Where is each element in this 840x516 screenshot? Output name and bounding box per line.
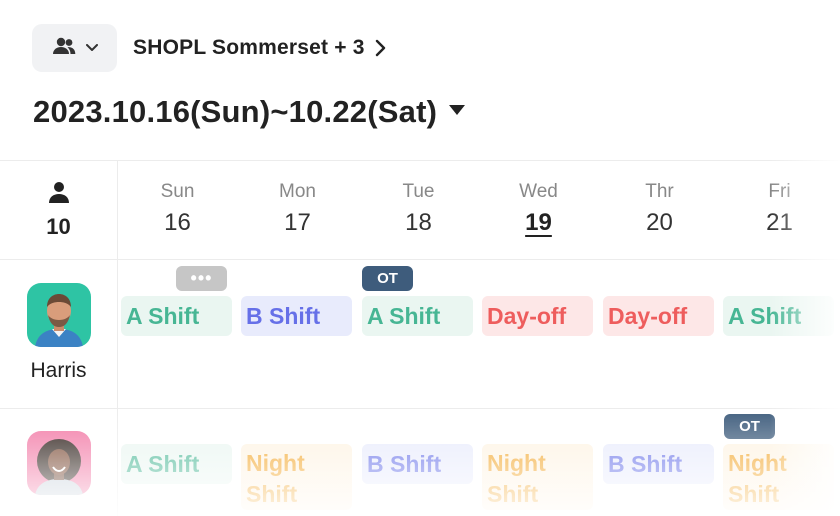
shift-block[interactable]: B Shift (603, 444, 714, 484)
day-header[interactable]: Mon 17 (237, 161, 358, 259)
more-options-badge[interactable]: ••• (176, 266, 227, 291)
day-name: Sun (160, 181, 195, 202)
people-icon (52, 36, 76, 61)
day-header[interactable]: Tue 18 (358, 161, 479, 259)
shift-block[interactable]: Day-off (482, 296, 593, 336)
employee-count: 10 (46, 213, 71, 239)
group-selector-button[interactable] (32, 24, 117, 72)
shift-block[interactable]: Night Shift (723, 444, 834, 510)
day-date: 21 (766, 209, 793, 236)
ot-badge: OT (362, 266, 413, 291)
date-range-text: 2023.10.16(Sun)~10.22(Sat) (33, 94, 438, 129)
avatar (26, 431, 91, 495)
day-date: 20 (646, 209, 673, 236)
shift-block[interactable]: A Shift (121, 296, 232, 336)
calendar-header: 10 Sun 16 Mon 17 Tue 18 Wed 19 Thr 20 Fr… (0, 161, 840, 259)
employee-cell[interactable]: Harris (0, 283, 117, 383)
divider (0, 259, 840, 260)
day-name: Thr (645, 181, 674, 202)
employee-name: Harris (30, 359, 87, 382)
shift-block[interactable]: Day-off (603, 296, 714, 336)
shift-block[interactable]: Night Shift (241, 444, 352, 510)
day-header[interactable]: Fri 21 (719, 161, 840, 259)
top-bar: SHOPL Sommerset + 3 (32, 24, 387, 72)
day-header[interactable]: Sun 16 (117, 161, 238, 259)
day-name: Mon (279, 181, 316, 202)
shift-block[interactable]: A Shift (362, 296, 473, 336)
day-name: Tue (402, 181, 435, 202)
avatar (26, 283, 91, 347)
day-date: 18 (405, 209, 432, 236)
employee-count-cell: 10 (0, 161, 118, 259)
shift-block[interactable]: B Shift (241, 296, 352, 336)
store-name[interactable]: SHOPL Sommerset + 3 (133, 36, 365, 60)
shift-block[interactable]: Night Shift (482, 444, 593, 510)
day-date: 16 (164, 209, 191, 236)
shift-block[interactable]: A Shift (121, 444, 232, 484)
day-name: Wed (519, 181, 558, 202)
day-name: Fri (768, 181, 791, 202)
day-header[interactable]: Thr 20 (599, 161, 720, 259)
caret-down-icon (447, 103, 467, 122)
divider (0, 408, 840, 409)
shift-block[interactable]: A Shift (723, 296, 834, 336)
chevron-down-icon (85, 39, 98, 57)
employee-cell[interactable] (0, 431, 117, 507)
ot-badge: OT (724, 414, 775, 439)
date-range-selector[interactable]: 2023.10.16(Sun)~10.22(Sat) (33, 92, 467, 132)
day-date: 19 (525, 209, 552, 236)
divider (117, 259, 118, 516)
day-header-today[interactable]: Wed 19 (478, 161, 599, 259)
person-icon (48, 181, 70, 208)
day-date: 17 (284, 209, 311, 236)
shift-block[interactable]: B Shift (362, 444, 473, 484)
chevron-right-icon[interactable] (375, 39, 387, 57)
